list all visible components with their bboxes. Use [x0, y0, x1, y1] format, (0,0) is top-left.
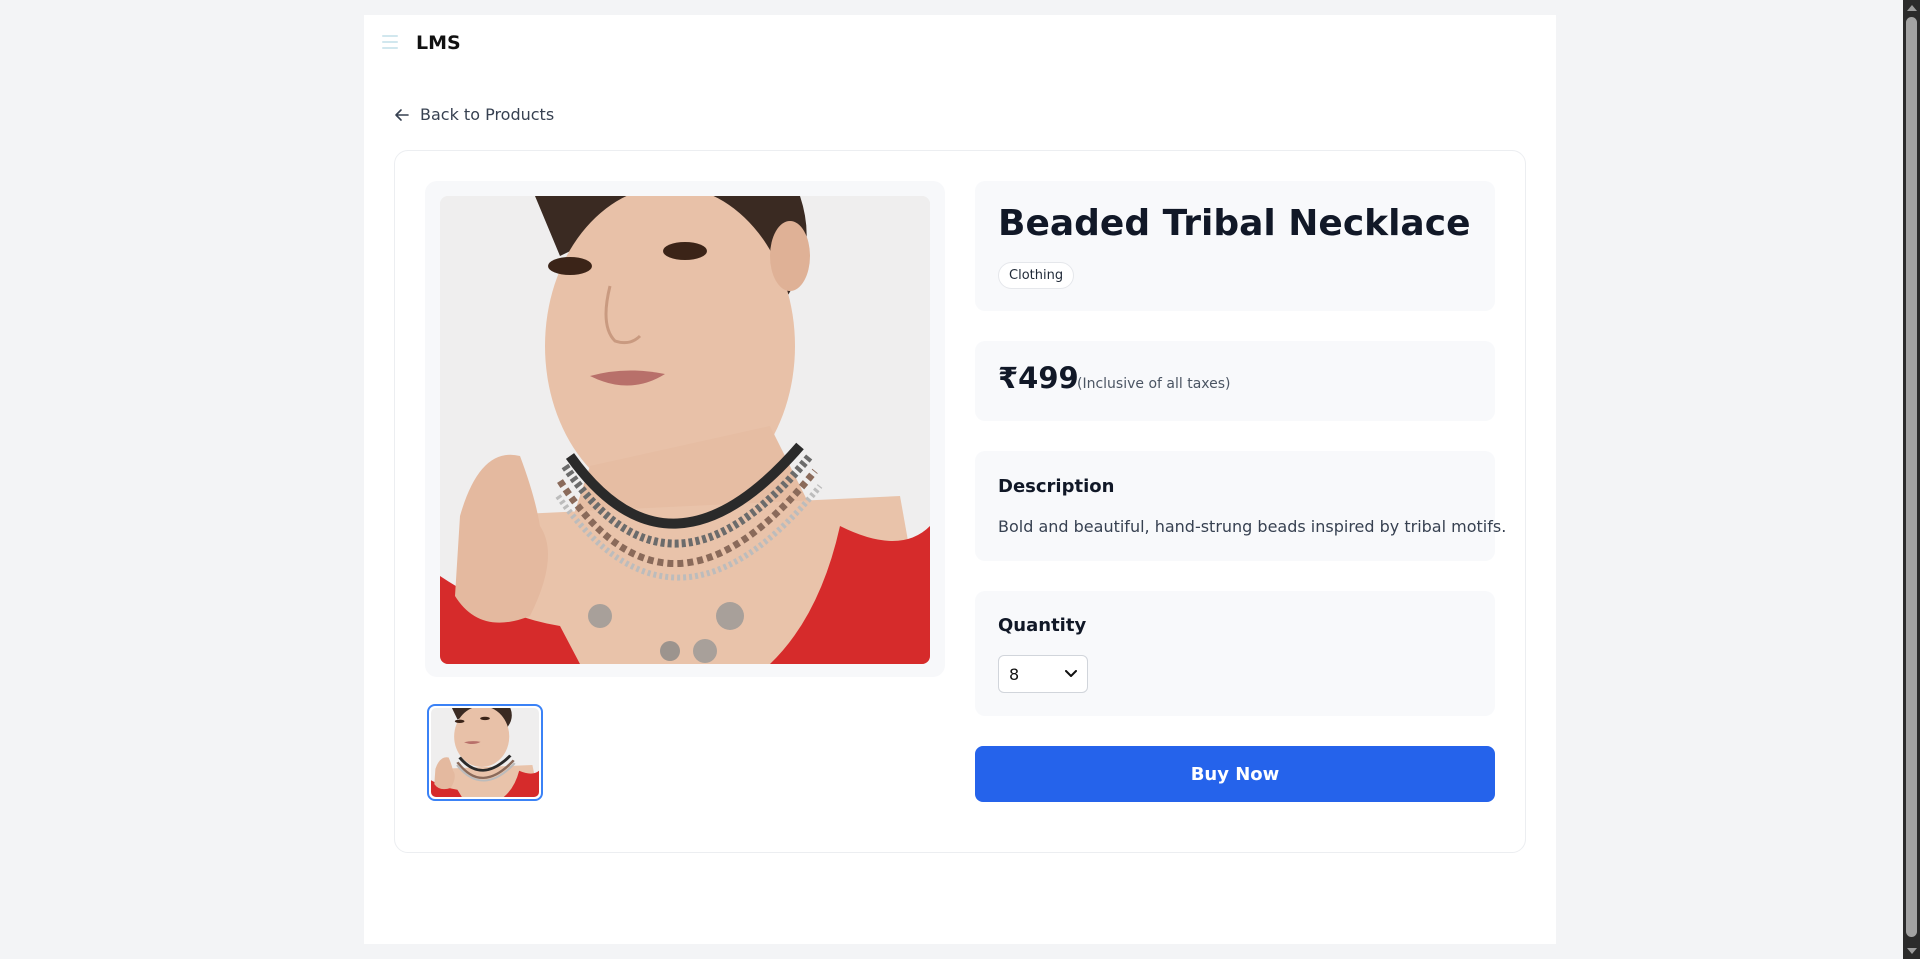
- image-panel: [425, 181, 945, 677]
- buy-now-button[interactable]: Buy Now: [975, 746, 1495, 802]
- chevron-down-icon: [1065, 670, 1077, 677]
- vertical-scrollbar[interactable]: [1903, 0, 1920, 959]
- category-badge: Clothing: [998, 262, 1075, 289]
- description-section: Description Bold and beautiful, hand-str…: [975, 451, 1506, 561]
- back-link-label: Back to Products: [420, 105, 555, 124]
- scrollbar-thumb[interactable]: [1906, 17, 1917, 937]
- quantity-section: Quantity 8: [975, 591, 1495, 716]
- price-section: ₹499 (Inclusive of all taxes): [975, 341, 1495, 421]
- product-title: Beaded Tribal Necklace: [998, 203, 1471, 244]
- price-tax-note: (Inclusive of all taxes): [1077, 376, 1231, 392]
- hamburger-menu-icon[interactable]: [382, 35, 398, 49]
- product-thumbnail[interactable]: [427, 704, 543, 801]
- top-bar: LMS: [364, 15, 1556, 75]
- scroll-up-arrow-icon[interactable]: [1907, 5, 1917, 11]
- arrow-left-icon: [395, 108, 409, 121]
- product-price: ₹499: [998, 361, 1079, 395]
- back-to-products-link[interactable]: Back to Products: [394, 105, 554, 124]
- title-section: Beaded Tribal Necklace Clothing: [975, 181, 1495, 311]
- brand-logo: LMS: [416, 32, 461, 54]
- scroll-down-arrow-icon[interactable]: [1907, 948, 1917, 954]
- app-container: LMS Back to Products Beaded Tribal Neckl…: [364, 15, 1556, 944]
- product-main-image: [440, 196, 930, 664]
- quantity-select[interactable]: 8: [998, 655, 1088, 693]
- description-text: Bold and beautiful, hand-strung beads in…: [998, 517, 1507, 536]
- quantity-value: 8: [1009, 664, 1020, 684]
- quantity-label: Quantity: [998, 615, 1087, 636]
- product-card: Beaded Tribal Necklace Clothing ₹499 (In…: [394, 150, 1526, 853]
- description-heading: Description: [998, 476, 1115, 497]
